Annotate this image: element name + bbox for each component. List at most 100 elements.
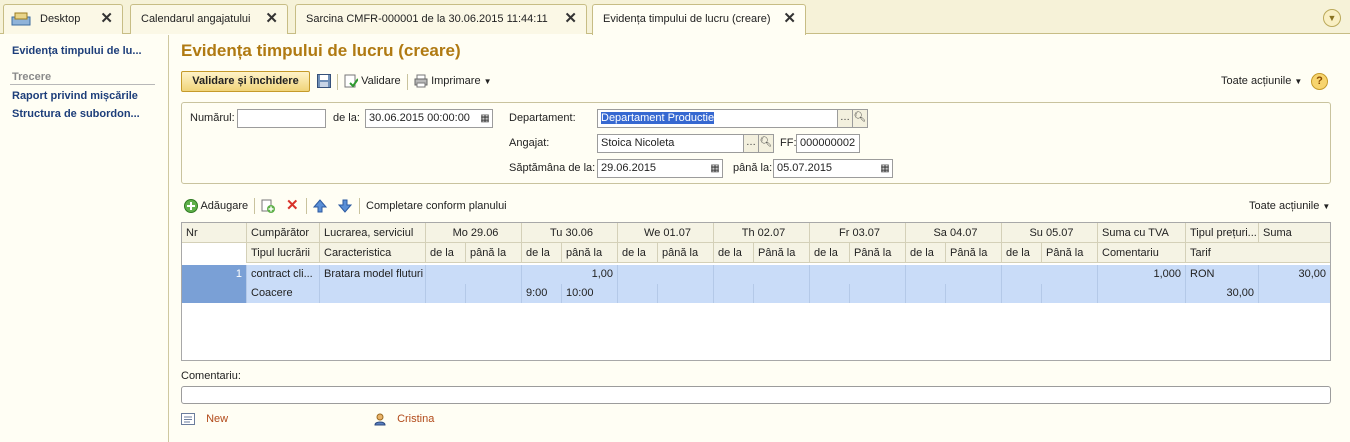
column-header[interactable]: până la [465, 243, 521, 263]
copy-row-icon[interactable] [261, 199, 275, 213]
time-from-cell[interactable]: 9:00 [521, 284, 561, 303]
choose-button[interactable]: … [743, 134, 759, 153]
fill-by-plan-button[interactable]: Completare conform planului [366, 196, 507, 216]
column-header[interactable]: Suma [1258, 223, 1330, 243]
column-header[interactable]: Până la [945, 243, 1001, 263]
time-to-cell[interactable] [945, 284, 1001, 303]
column-header[interactable]: Nr [182, 223, 246, 243]
time-from-cell[interactable] [617, 284, 657, 303]
characteristic-cell[interactable] [319, 284, 425, 303]
search-icon[interactable]: 🔍︎ [758, 134, 774, 153]
day-cell[interactable] [809, 265, 905, 284]
column-header[interactable]: până la [657, 243, 713, 263]
sum-cell[interactable]: 30,00 [1258, 265, 1330, 284]
close-icon[interactable]: ✕ [564, 5, 577, 33]
search-icon[interactable]: 🔍︎ [852, 109, 868, 128]
day-cell[interactable] [1001, 265, 1097, 284]
table-row[interactable]: contract cli... Bratara model fluturi 1,… [182, 265, 1330, 284]
column-header[interactable]: Su 05.07 [1001, 223, 1097, 243]
comment-field[interactable] [181, 386, 1331, 404]
sidebar-item-current[interactable]: Evidența timpului de lu... [12, 45, 142, 57]
work-type-cell[interactable]: Coacere [246, 284, 319, 303]
column-header[interactable]: Tipul prețuri... [1185, 223, 1258, 243]
column-header[interactable]: de la [809, 243, 849, 263]
close-icon[interactable]: ✕ [783, 5, 796, 33]
time-to-cell[interactable] [657, 284, 713, 303]
time-from-cell[interactable] [809, 284, 849, 303]
sidebar-item-subordination[interactable]: Structura de subordon... [12, 108, 140, 120]
time-to-cell[interactable] [753, 284, 809, 303]
day-cell[interactable] [905, 265, 1001, 284]
column-header[interactable]: de la [521, 243, 561, 263]
price-type-cell[interactable]: RON [1185, 265, 1258, 284]
time-to-cell[interactable] [465, 284, 521, 303]
column-header[interactable]: de la [1001, 243, 1041, 263]
row-number-cell[interactable]: 1 [182, 265, 246, 303]
work-cell[interactable]: Bratara model fluturi [319, 265, 425, 284]
number-field[interactable] [237, 109, 326, 128]
table-row[interactable]: Coacere 9:00 10:00 30,00 [182, 284, 1330, 303]
employee-field[interactable]: Stoica Nicoleta [597, 134, 744, 153]
column-header[interactable]: Tu 30.06 [521, 223, 617, 243]
delete-icon[interactable]: ✕ [286, 196, 299, 216]
calendar-icon[interactable]: ▦ [878, 160, 892, 177]
time-from-cell[interactable] [905, 284, 945, 303]
date-field[interactable]: 30.06.2015 00:00:00 [365, 109, 493, 128]
tab-desktop[interactable]: Desktop ✕ [3, 4, 123, 34]
column-header[interactable]: până la [561, 243, 617, 263]
time-from-cell[interactable] [1001, 284, 1041, 303]
all-actions-menu[interactable]: Toate acțiunile ▼ [1221, 71, 1302, 92]
tab-employee-calendar[interactable]: Calendarul angajatului ✕ [130, 4, 288, 34]
choose-button[interactable]: … [837, 109, 853, 128]
column-header[interactable]: Fr 03.07 [809, 223, 905, 243]
column-header[interactable]: de la [905, 243, 945, 263]
time-to-cell[interactable]: 10:00 [561, 284, 617, 303]
column-header[interactable]: de la [713, 243, 753, 263]
validate-button[interactable]: Validare [344, 71, 401, 92]
time-to-cell[interactable] [849, 284, 905, 303]
week-to-field[interactable]: 05.07.2015 [773, 159, 893, 178]
day-cell[interactable] [713, 265, 809, 284]
department-field[interactable]: Departament Productie [597, 109, 838, 128]
tab-time-record[interactable]: Evidența timpului de lucru (creare) ✕ [592, 4, 806, 35]
comment-cell[interactable] [1097, 284, 1185, 303]
tab-task[interactable]: Sarcina CMFR-000001 de la 30.06.2015 11:… [295, 4, 587, 34]
move-down-icon[interactable] [338, 199, 352, 213]
column-header[interactable]: Lucrarea, serviciul [319, 223, 425, 243]
column-header[interactable]: We 01.07 [617, 223, 713, 243]
ff-field[interactable]: 000000002 [796, 134, 860, 153]
add-button[interactable]: Adăugare [184, 196, 248, 216]
column-header[interactable]: Până la [849, 243, 905, 263]
tab-list-chevron-icon[interactable]: ▼ [1323, 9, 1341, 27]
sum-vat-cell[interactable]: 1,000 [1097, 265, 1185, 284]
time-from-cell[interactable] [425, 284, 465, 303]
tariff-cell[interactable]: 30,00 [1185, 284, 1258, 303]
time-from-cell[interactable] [713, 284, 753, 303]
column-header[interactable]: Tarif [1185, 243, 1258, 263]
column-header[interactable]: Mo 29.06 [425, 223, 521, 243]
column-header[interactable]: Cumpărător [246, 223, 319, 243]
sidebar-item-movement-report[interactable]: Raport privind mișcările [12, 90, 138, 102]
column-header[interactable]: Tipul lucrării [246, 243, 319, 263]
close-icon[interactable]: ✕ [265, 5, 278, 33]
table-all-actions-menu[interactable]: Toate acțiunile ▼ [1249, 196, 1330, 216]
day-cell[interactable] [617, 265, 713, 284]
column-header[interactable]: Th 02.07 [713, 223, 809, 243]
calendar-icon[interactable]: ▦ [708, 160, 722, 177]
column-header[interactable]: Suma cu TVA [1097, 223, 1185, 243]
column-header[interactable]: Sa 04.07 [905, 223, 1001, 243]
column-header[interactable]: Până la [753, 243, 809, 263]
time-to-cell[interactable] [1041, 284, 1097, 303]
column-header[interactable]: de la [425, 243, 465, 263]
column-header[interactable]: Până la [1041, 243, 1097, 263]
save-icon[interactable] [317, 74, 331, 88]
column-header[interactable]: de la [617, 243, 657, 263]
column-header[interactable]: Comentariu [1097, 243, 1185, 263]
move-up-icon[interactable] [313, 199, 327, 213]
column-header[interactable]: Caracteristica [319, 243, 425, 263]
help-icon[interactable]: ? [1311, 73, 1328, 90]
day-hours-cell[interactable]: 1,00 [521, 265, 617, 284]
validate-close-button[interactable]: Validare și închidere [181, 71, 310, 92]
close-icon[interactable]: ✕ [100, 5, 113, 33]
calendar-icon[interactable]: ▦ [478, 110, 492, 127]
